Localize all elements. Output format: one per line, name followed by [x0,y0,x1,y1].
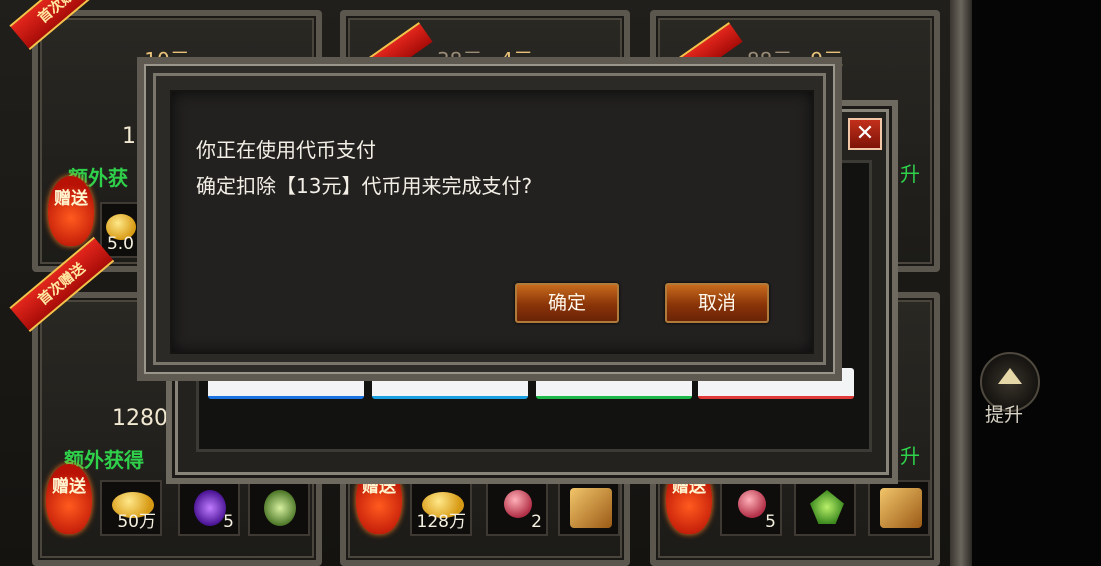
item-gold[interactable]: 128万 [410,480,472,536]
item-gold[interactable]: 5.0 [100,202,140,258]
pink-orb-icon [504,490,532,518]
leaf-icon [810,490,844,524]
pink-orb-icon [738,490,766,518]
item-green-gem[interactable] [248,480,310,536]
dialog-message-line2: 确定扣除【13元】代币用来完成支付? [196,174,533,198]
item-leaf[interactable] [794,480,856,536]
gift-badge: 赠送 [48,176,94,246]
right-scene [960,0,1101,566]
item-pink-orb[interactable]: 2 [486,480,548,536]
gift-badge: 赠送 [46,464,92,534]
upgrade-label: 提升 [985,404,1024,426]
green-gem-icon [264,490,296,526]
dialog-message-line1: 你正在使用代币支付 [196,138,376,162]
side-label: 升 [900,444,920,468]
confirm-button[interactable]: 确定 [515,283,619,323]
card-title: 1280 [112,406,168,431]
side-label: 升 [900,162,920,186]
item-scroll[interactable] [868,480,930,536]
item-count: 5 [765,512,776,532]
up-arrow-icon [998,368,1022,384]
purple-gem-icon [194,490,226,526]
scroll-icon [570,488,612,528]
scroll-icon [880,488,922,528]
item-pink-orb[interactable]: 5 [720,480,782,536]
item-gold[interactable]: 50万 [100,480,162,536]
item-count: 5.0 [106,234,134,254]
item-count: 5 [223,512,234,532]
close-button[interactable]: ✕ [848,118,882,150]
item-purple-gem[interactable]: 5 [178,480,240,536]
cancel-button[interactable]: 取消 [665,283,769,323]
item-count: 128万 [416,512,466,532]
item-count: 50万 [117,512,156,532]
shop-frame-edge [950,0,972,566]
item-scroll[interactable] [558,480,620,536]
item-count: 2 [531,512,542,532]
